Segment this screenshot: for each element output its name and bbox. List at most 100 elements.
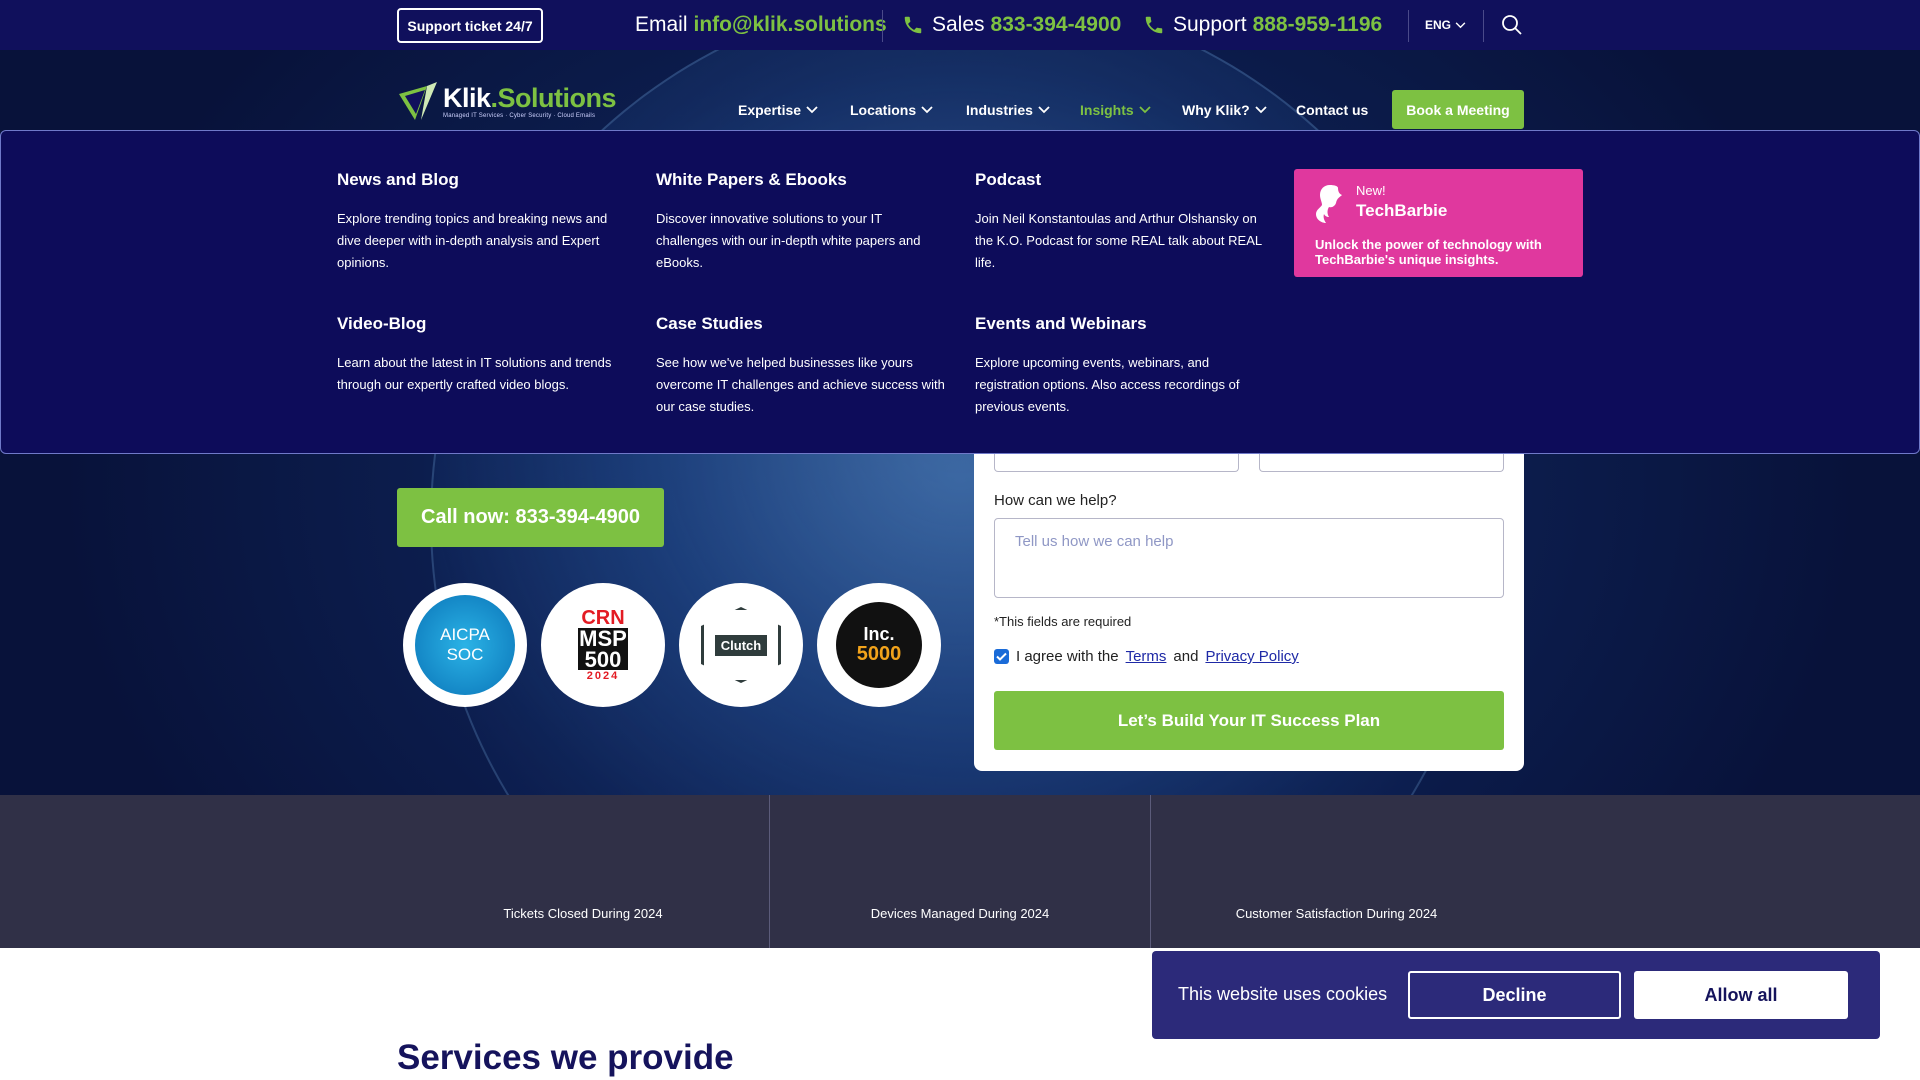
allow-all-cookies-button[interactable]: Allow all [1634,971,1848,1019]
techbarbie-promo-card[interactable]: New! TechBarbie Unlock the power of tech… [1294,169,1583,277]
phone-icon [904,16,922,34]
agree-checkbox[interactable] [994,649,1009,664]
promo-title: TechBarbie [1356,201,1448,220]
menu-item-title: Events and Webinars [975,314,1147,333]
decline-cookies-button[interactable]: Decline [1408,971,1621,1019]
cookie-banner: This website uses cookies Decline Allow … [1152,951,1880,1039]
menu-item-podcast[interactable]: Podcast Join Neil Konstantoulas and Arth… [975,170,1265,274]
nav-label: Why Klik? [1182,102,1250,118]
menu-item-title: News and Blog [337,170,459,189]
menu-item-video-blog[interactable]: Video-Blog Learn about the latest in IT … [337,314,627,396]
nav-locations[interactable]: Locations [850,96,933,124]
services-heading: Services we provide [397,1038,734,1077]
help-placeholder: Tell us how we can help [1015,533,1174,550]
sales-contact[interactable]: Sales 833-394-4900 [902,0,1121,50]
menu-item-description: Explore trending topics and breaking new… [337,211,608,270]
nav-label: Expertise [738,102,802,118]
clutch-badge: Clutch [679,583,803,707]
email-label: Email [635,13,688,36]
nav-why-klik[interactable]: Why Klik? [1182,96,1267,124]
klik-logo-mark-icon[interactable] [397,80,441,122]
agree-row: I agree with the Terms and Privacy Polic… [994,648,1299,665]
call-now-button[interactable]: Call now: 833-394-4900 [397,488,664,547]
menu-item-description: Discover innovative solutions to your IT… [656,211,921,270]
cookie-message: This website uses cookies [1178,984,1388,1004]
checkmark-icon [996,652,1007,661]
badge-text: 5000 [856,643,902,665]
nav-contact-us[interactable]: Contact us [1296,96,1368,124]
support-label: Support [1173,13,1247,36]
support-ticket-button[interactable]: Support ticket 24/7 [397,8,543,43]
terms-link[interactable]: Terms [1126,648,1167,665]
stats-band [0,795,1920,948]
help-textarea[interactable]: Tell us how we can help [994,518,1504,598]
privacy-policy-link[interactable]: Privacy Policy [1205,648,1298,665]
top-bar: Support ticket 24/7 Email info@klik.solu… [0,0,1920,50]
badge-text: SOC [446,645,484,664]
chevron-down-icon [1139,106,1151,114]
inc5000-badge: Inc. 5000 [817,583,941,707]
menu-item-description: Explore upcoming events, webinars, and r… [975,355,1240,414]
menu-item-case-studies[interactable]: Case Studies See how we've helped busine… [656,314,946,418]
chevron-down-icon [1455,21,1466,28]
stat-label-devices: Devices Managed During 2024 [870,906,1050,921]
logo-brand: Klik [443,83,491,113]
menu-item-title: Podcast [975,170,1042,189]
agree-text: I agree with the [1016,648,1119,665]
stat-label-tickets: Tickets Closed During 2024 [503,906,663,921]
nav-label: Insights [1080,102,1134,118]
chevron-down-icon [921,106,933,114]
phone-icon [1145,16,1163,34]
barbie-silhouette-icon [1316,185,1342,223]
promo-new-label: New! [1356,183,1386,198]
logo-wordmark[interactable]: Klik.Solutions [443,83,617,114]
help-label: How can we help? [994,492,1117,509]
chevron-down-icon [806,106,818,114]
chevron-down-icon [1255,106,1267,114]
language-label: ENG [1425,18,1452,32]
menu-item-description: See how we've helped businesses like you… [656,355,945,414]
logo-brand-suffix: .Solutions [490,83,617,113]
required-note: *This fields are required [994,614,1132,629]
badge-text: CRN [581,607,625,629]
logo-tagline: Managed IT Services · Cyber Security · C… [443,113,596,119]
submit-button[interactable]: Let’s Build Your IT Success Plan [994,691,1504,750]
nav-industries[interactable]: Industries [966,96,1050,124]
stat-label-satisfaction: Customer Satisfaction During 2024 [1235,906,1438,921]
divider [1408,10,1409,42]
menu-item-description: Join Neil Konstantoulas and Arthur Olsha… [975,211,1262,270]
crn-msp500-badge: CRN MSP 500 2024 [541,583,665,707]
nav-label: Industries [966,102,1033,118]
book-meeting-button[interactable]: Book a Meeting [1392,90,1524,129]
menu-item-title: Video-Blog [337,314,427,333]
nav-insights[interactable]: Insights [1080,96,1151,124]
divider [1483,10,1484,42]
menu-item-title: Case Studies [656,314,763,333]
badge-text: AICPA [440,625,490,644]
badge-text: 500 [578,649,628,671]
sales-phone-link[interactable]: 833-394-4900 [991,13,1122,37]
nav-label: Locations [850,102,917,118]
menu-item-description: Learn about the latest in IT solutions a… [337,355,612,392]
promo-description: Unlock the power of technology with Tech… [1315,237,1542,267]
menu-item-title: White Papers & Ebooks [656,170,847,189]
chevron-down-icon [1038,106,1050,114]
nav-label: Contact us [1296,102,1369,118]
badge-text: 2024 [586,670,620,682]
divider [882,10,883,42]
nav-expertise[interactable]: Expertise [738,96,818,124]
language-selector[interactable]: ENG [1425,0,1466,50]
email-contact[interactable]: Email info@klik.solutions [635,0,887,50]
support-phone-link[interactable]: 888-959-1196 [1253,13,1383,37]
aicpa-soc-badge: AICPA SOC [403,583,527,707]
insights-mega-menu [0,130,1920,454]
menu-item-news-blog[interactable]: News and Blog Explore trending topics an… [337,170,627,274]
email-link[interactable]: info@klik.solutions [694,13,887,37]
search-icon[interactable] [1500,13,1524,37]
menu-item-events-webinars[interactable]: Events and Webinars Explore upcoming eve… [975,314,1265,418]
agree-and-text: and [1173,648,1199,665]
badge-text: Clutch [714,634,768,656]
support-contact[interactable]: Support 888-959-1196 [1143,0,1382,50]
badge-text: Inc. [863,624,895,644]
menu-item-white-papers[interactable]: White Papers & Ebooks Discover innovativ… [656,170,946,274]
